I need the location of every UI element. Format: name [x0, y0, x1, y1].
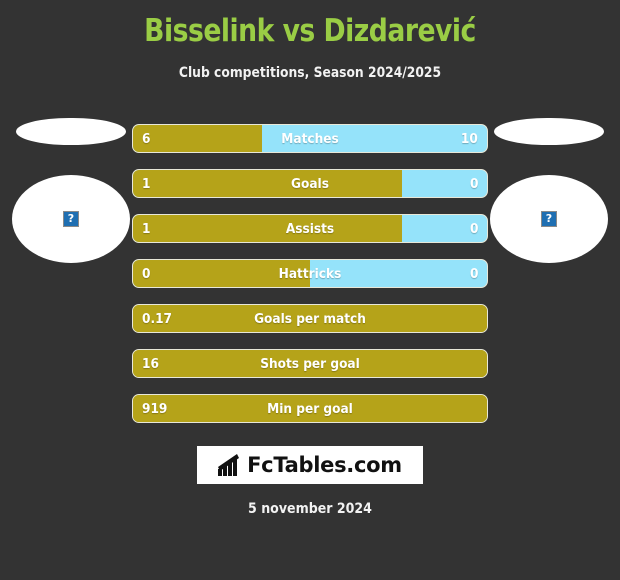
away-flag-icon: [494, 118, 604, 145]
stat-home-value: 1: [142, 220, 151, 237]
stat-away-value: 0: [469, 220, 478, 237]
broken-image-icon: ?: [63, 211, 79, 227]
stat-home-value: 919: [142, 400, 168, 417]
broken-image-icon: ?: [541, 211, 557, 227]
stat-bar-home-fill: [133, 350, 487, 377]
logo-text: FcTables.com: [247, 453, 402, 477]
date-label: 5 november 2024: [248, 501, 372, 517]
bar-chart-icon: [218, 454, 240, 476]
stat-bar-row: 16 Shots per goal: [132, 349, 488, 378]
stat-bar-home-fill: [133, 260, 310, 287]
stat-home-value: 1: [142, 175, 151, 192]
page-title: Bisselink vs Dizdarević: [144, 13, 476, 49]
page-subtitle: Club competitions, Season 2024/2025: [178, 65, 442, 81]
home-player-panel: ?: [8, 118, 134, 268]
away-player-photo: ?: [490, 175, 608, 263]
stat-away-value: 10: [461, 130, 478, 147]
stat-bar-home-fill: [133, 305, 487, 332]
logo-inner: FcTables.com: [218, 453, 402, 477]
stat-home-value: 0: [142, 265, 151, 282]
stat-bar-row: 1 Assists 0: [132, 214, 488, 243]
stat-bar-row: 6 Matches 10: [132, 124, 488, 153]
home-player-photo: ?: [12, 175, 130, 263]
stat-bar-row: 0.17 Goals per match: [132, 304, 488, 333]
home-flag-icon: [16, 118, 126, 145]
stat-away-value: 0: [469, 265, 478, 282]
stat-bar-row: 919 Min per goal: [132, 394, 488, 423]
fctables-logo[interactable]: FcTables.com: [197, 446, 423, 484]
stat-bar-row: 1 Goals 0: [132, 169, 488, 198]
stat-bar-home-fill: [133, 395, 487, 422]
stat-home-value: 16: [142, 355, 159, 372]
stat-bar-row: 0 Hattricks 0: [132, 259, 488, 288]
stat-away-value: 0: [469, 175, 478, 192]
stat-bar-list: 6 Matches 10 1 Goals 0 1 Assists 0 0 Hattricks 0 0.1…: [132, 124, 488, 439]
stat-comparison-card: Bisselink vs Dizdarević Club competition…: [0, 0, 620, 580]
stat-bar-home-fill: [133, 215, 403, 242]
stat-bar-home-fill: [133, 170, 403, 197]
stat-bar-home-fill: [133, 125, 263, 152]
away-player-panel: ?: [486, 118, 612, 268]
stat-home-value: 6: [142, 130, 151, 147]
stat-home-value: 0.17: [142, 310, 172, 327]
